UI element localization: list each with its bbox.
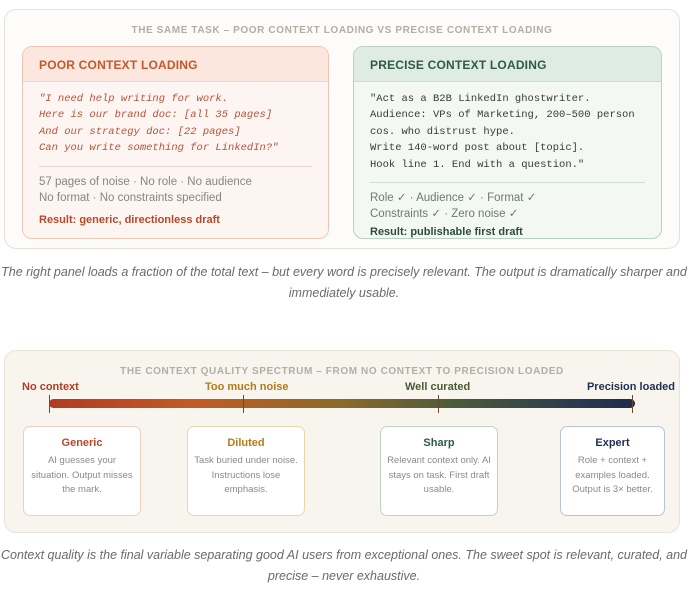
comparison-caption: The right panel loads a fraction of the … xyxy=(1,265,687,300)
stage-card-sharp: Sharp Relevant context only. AI stays on… xyxy=(380,426,498,516)
comparison-heading: THE SAME TASK – POOR CONTEXT LOADING VS … xyxy=(131,25,553,36)
precise-notes: Role ✓ · Audience ✓ · Format ✓ Constrain… xyxy=(370,190,645,222)
stage-card-generic: Generic AI guesses your situation. Outpu… xyxy=(23,426,141,516)
spectrum-caption: Context quality is the final variable se… xyxy=(0,548,688,583)
poor-notes-line-2: No format · No constraints specified xyxy=(39,191,222,204)
stage-title: Generic xyxy=(61,437,103,449)
poor-context-panel: POOR CONTEXT LOADING "I need help writin… xyxy=(22,46,329,239)
label-precision-loaded: Precision loaded xyxy=(586,381,675,393)
precise-result: Result: publishable first draft xyxy=(370,226,523,239)
stage-card-expert: Expert Role + context + examples loaded.… xyxy=(560,426,665,516)
tick-too-much-noise xyxy=(243,395,244,413)
poor-prompt-text: "I need help writing for work. Here is o… xyxy=(39,93,279,155)
poor-result: Result: generic, directionless draft xyxy=(39,213,220,226)
label-no-context: No context xyxy=(22,381,79,393)
poor-panel-title: POOR CONTEXT LOADING xyxy=(23,47,328,82)
stage-description: Role + context + examples loaded. Output… xyxy=(572,455,653,495)
spectrum-card: THE CONTEXT QUALITY SPECTRUM – FROM NO C… xyxy=(4,350,680,533)
tick-precision-loaded xyxy=(632,395,633,413)
precise-context-panel: PRECISE CONTEXT LOADING "Act as a B2B Li… xyxy=(353,46,662,239)
comparison-card: THE SAME TASK – POOR CONTEXT LOADING VS … xyxy=(4,9,680,249)
precise-panel-title: PRECISE CONTEXT LOADING xyxy=(354,47,661,82)
label-well-curated: Well curated xyxy=(405,381,471,393)
label-too-much-noise: Too much noise xyxy=(205,381,289,393)
spectrum-gradient-bar xyxy=(49,399,635,408)
poor-notes: 57 pages of noise · No role · No audienc… xyxy=(39,174,312,206)
stage-title: Expert xyxy=(595,437,630,449)
precise-prompt-text: "Act as a B2B LinkedIn ghostwriter. Audi… xyxy=(370,93,635,171)
stage-description: AI guesses your situation. Output misses… xyxy=(31,455,133,495)
tick-no-context xyxy=(49,395,50,413)
divider xyxy=(39,165,312,167)
precise-notes-line-1: Role ✓ · Audience ✓ · Format ✓ xyxy=(370,192,537,205)
precise-notes-line-2: Constraints ✓ · Zero noise ✓ xyxy=(370,208,519,221)
divider xyxy=(370,182,645,184)
spectrum-heading: THE CONTEXT QUALITY SPECTRUM – FROM NO C… xyxy=(120,366,564,377)
tick-well-curated xyxy=(438,395,439,413)
stage-description: Relevant context only. AI stays on task.… xyxy=(387,455,491,495)
stage-card-diluted: Diluted Task buried under noise. Instruc… xyxy=(187,426,305,516)
stage-title: Sharp xyxy=(423,437,455,449)
poor-notes-line-1: 57 pages of noise · No role · No audienc… xyxy=(39,175,252,188)
stage-title: Diluted xyxy=(227,437,265,449)
stage-description: Task buried under noise. Instructions lo… xyxy=(194,455,298,495)
